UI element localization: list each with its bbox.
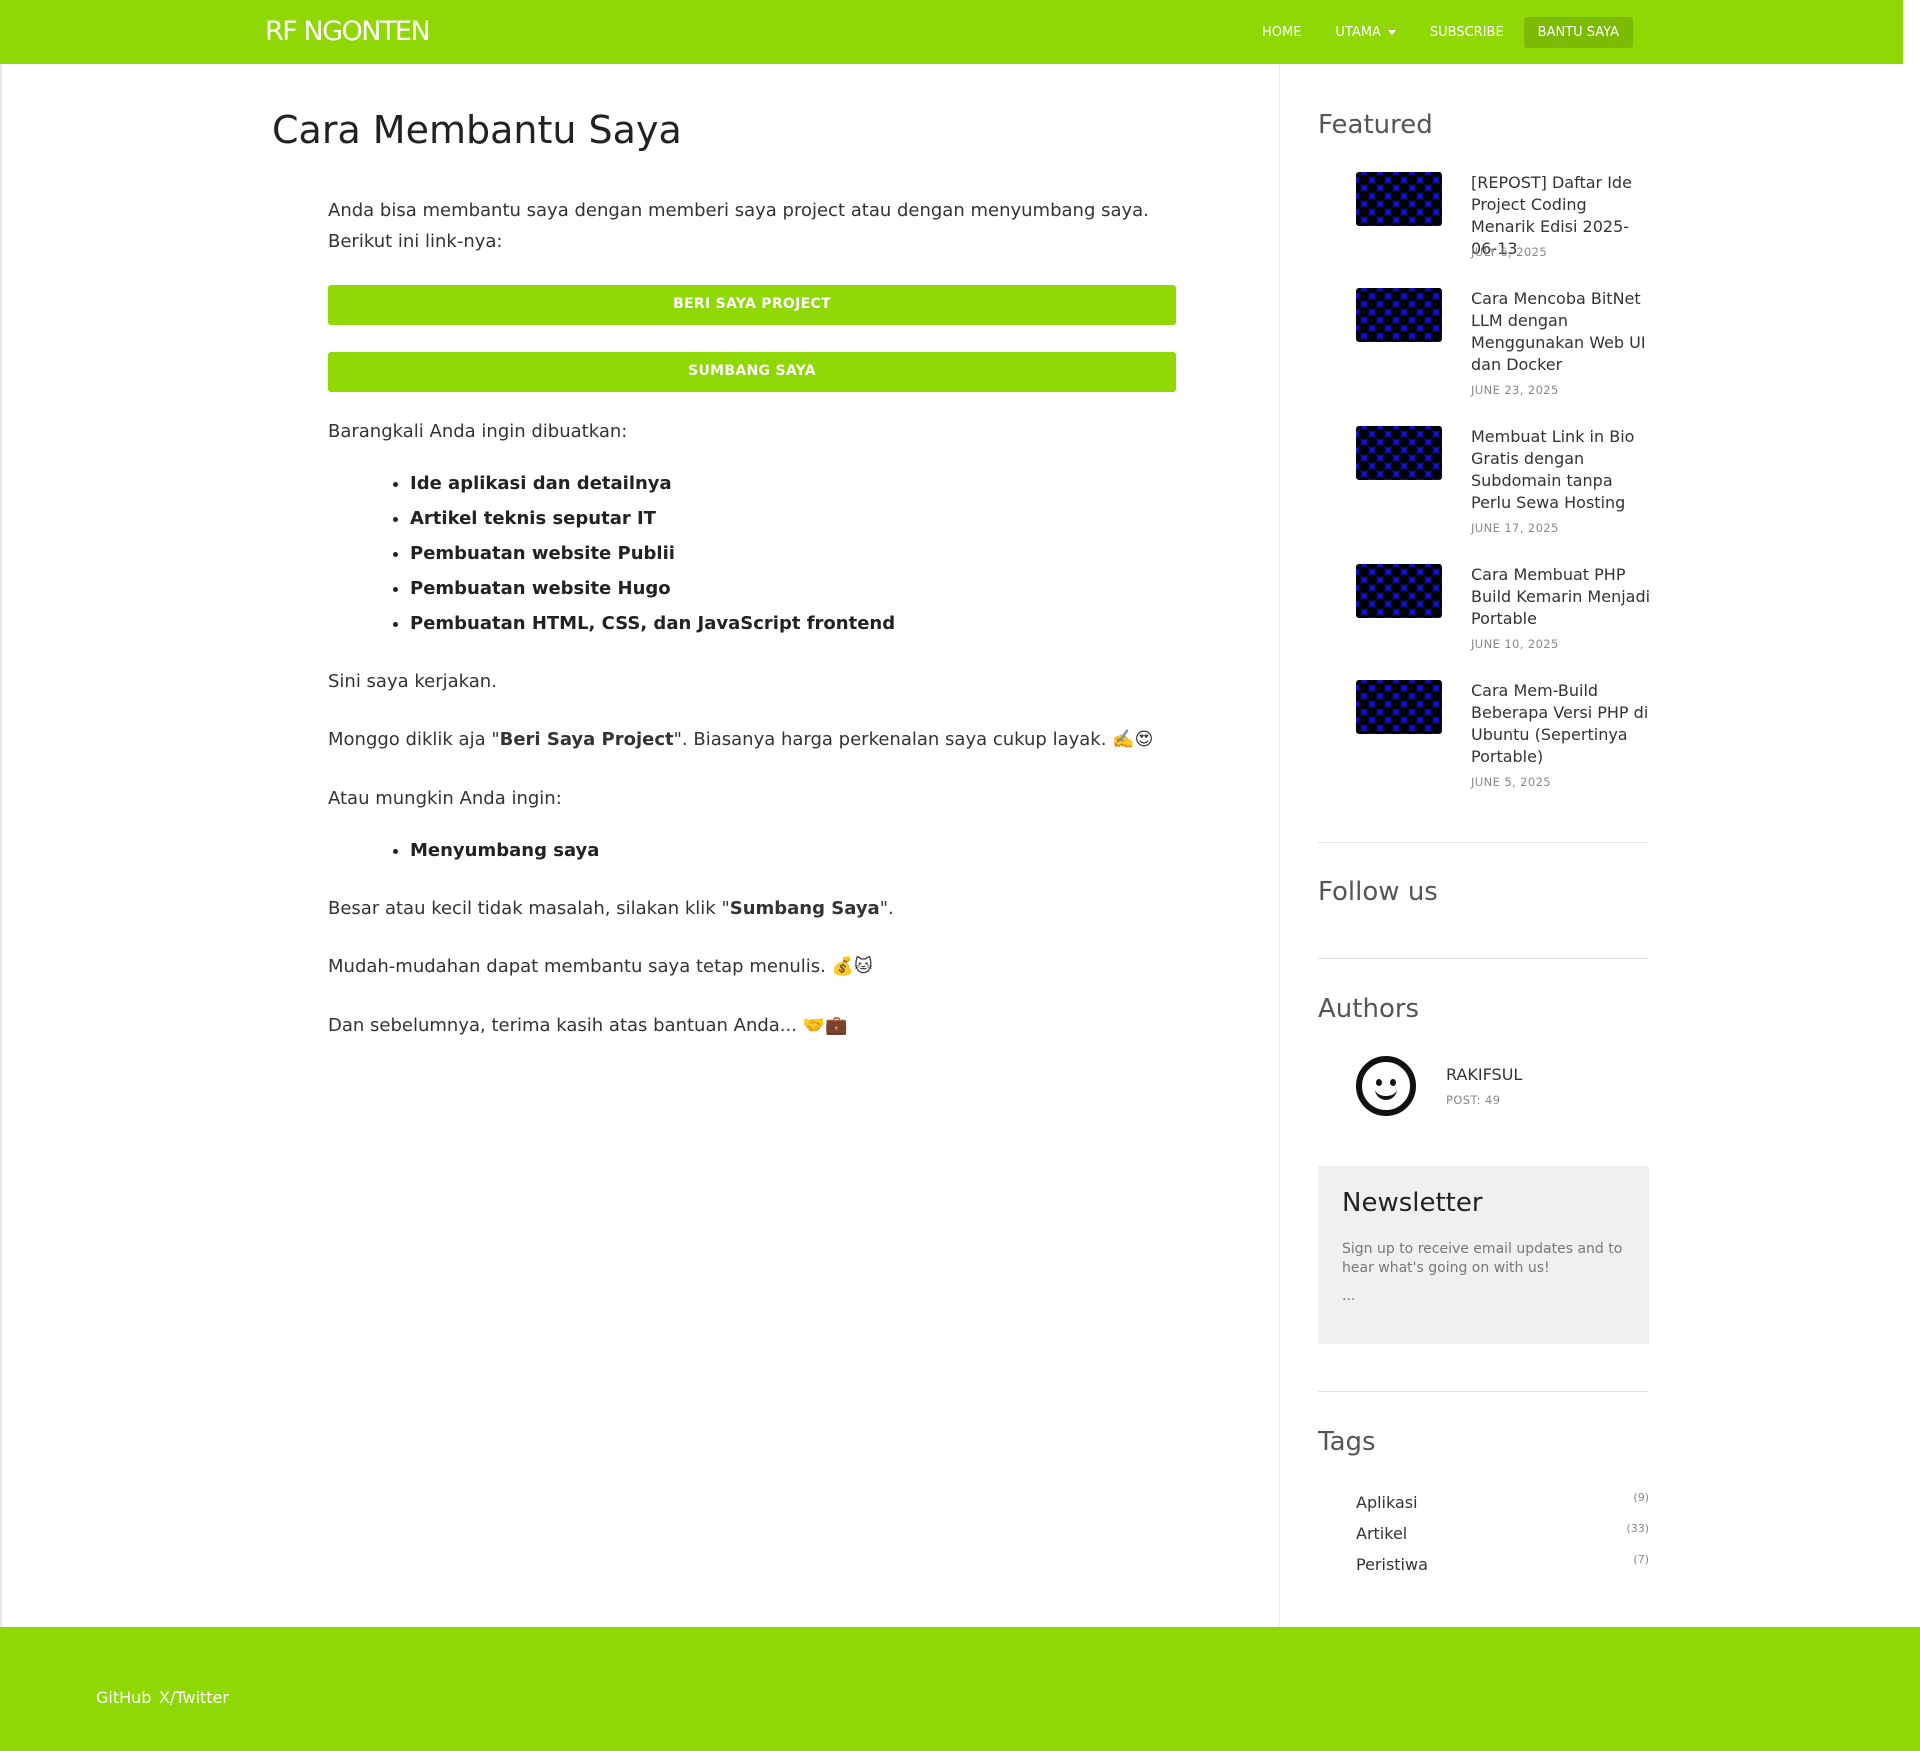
sidebar-separator [1318, 958, 1649, 959]
tag-item[interactable]: Artikel (33) [1356, 1522, 1649, 1555]
featured-list: [REPOST] Daftar Ide Project Coding Menar… [1318, 172, 1651, 792]
newsletter-heading: Newsletter [1342, 1188, 1483, 1218]
nav-bantu-saya[interactable]: BANTU SAYA [1523, 17, 1633, 48]
do-it-paragraph: Sini saya kerjakan. [328, 670, 497, 692]
sidebar-divider [1279, 64, 1280, 1627]
thanks-paragraph: Dan sebelumnya, terima kasih atas bantua… [328, 1014, 848, 1036]
footer-github-link[interactable]: GitHub [96, 1688, 151, 1707]
maybe-paragraph: Barangkali Anda ingin dibuatkan: [328, 421, 628, 443]
newsletter-form-placeholder: ... [1342, 1288, 1356, 1304]
list-item: Pembuatan website Publii [410, 536, 1176, 571]
amount-paragraph: Besar atau kecil tidak masalah, silakan … [328, 894, 1176, 925]
post-thumbnail[interactable] [1356, 680, 1442, 734]
featured-title[interactable]: Membuat Link in Bio Gratis dengan Subdom… [1471, 426, 1651, 514]
post-thumbnail[interactable] [1356, 564, 1442, 618]
featured-date: JUNE 17, 2025 [1471, 521, 1559, 535]
tag-name[interactable]: Aplikasi [1356, 1493, 1418, 1512]
list-item: Ide aplikasi dan detailnya [410, 466, 1176, 501]
newsletter-description: Sign up to receive email updates and to … [1342, 1241, 1623, 1276]
main-nav: HOME UTAMA SUBSCRIBE BANTU SAYA [1248, 17, 1633, 48]
site-footer: GitHub X/Twitter [0, 1627, 1920, 1751]
site-logo[interactable]: RF NGONTEN [265, 16, 431, 47]
featured-date: JULY 6, 2025 [1471, 245, 1548, 259]
featured-title[interactable]: Cara Mencoba BitNet LLM dengan Menggunak… [1471, 288, 1651, 376]
featured-title[interactable]: Cara Mem-Build Beberapa Versi PHP di Ubu… [1471, 680, 1651, 768]
sumbang-saya-button[interactable]: SUMBANG SAYA [328, 352, 1176, 393]
services-list: Ide aplikasi dan detailnya Artikel tekni… [328, 466, 1176, 641]
nav-home[interactable]: HOME [1248, 17, 1315, 48]
nav-utama[interactable]: UTAMA [1321, 17, 1409, 48]
page-title: Cara Membantu Saya [272, 108, 682, 152]
article-content: Anda bisa membantu saya dengan memberi s… [328, 196, 1176, 1041]
authors-section: Authors [1318, 994, 1649, 1024]
amount-text-pre: Besar atau kecil tidak masalah, silakan … [328, 897, 730, 919]
nav-subscribe[interactable]: SUBSCRIBE [1416, 17, 1518, 48]
featured-section: Featured [1318, 110, 1649, 140]
intro-paragraph: Anda bisa membantu saya dengan memberi s… [328, 200, 1149, 252]
featured-heading: Featured [1318, 110, 1433, 140]
tags-heading: Tags [1318, 1427, 1376, 1457]
featured-title[interactable]: Cara Membuat PHP Build Kemarin Menjadi P… [1471, 564, 1651, 630]
caret-down-icon [1387, 30, 1396, 35]
footer-twitter-link[interactable]: X/Twitter [159, 1688, 229, 1707]
click-text-pre: Monggo diklik aja " [328, 729, 500, 751]
click-paragraph: Monggo diklik aja "Beri Saya Project". B… [328, 725, 1176, 756]
or-paragraph: Atau mungkin Anda ingin: [328, 787, 562, 809]
amount-text-bold: Sumbang Saya [729, 897, 880, 919]
click-text-bold: Beri Saya Project [499, 729, 674, 751]
tag-name[interactable]: Artikel [1356, 1524, 1407, 1543]
author-name[interactable]: RAKIFSUL [1446, 1065, 1522, 1084]
follow-heading: Follow us [1318, 877, 1438, 907]
hope-paragraph: Mudah-mudahan dapat membantu saya tetap … [328, 956, 873, 978]
site-header: RF NGONTEN HOME UTAMA SUBSCRIBE BANTU SA… [0, 0, 1903, 64]
tag-count: (33) [1626, 1522, 1649, 1535]
donate-list: Menyumbang saya [328, 833, 1176, 868]
click-text-post: ". Biasanya harga perkenalan saya cukup … [673, 729, 1154, 751]
page-left-border [0, 64, 2, 1627]
list-item: Pembuatan website Hugo [410, 571, 1176, 606]
tag-name[interactable]: Peristiwa [1356, 1555, 1428, 1574]
avatar[interactable] [1356, 1056, 1416, 1116]
list-item: Menyumbang saya [410, 833, 1176, 868]
post-thumbnail[interactable] [1356, 172, 1442, 226]
tag-count: (9) [1633, 1491, 1649, 1504]
authors-heading: Authors [1318, 994, 1420, 1024]
tag-count: (7) [1633, 1553, 1649, 1566]
featured-date: JUNE 10, 2025 [1471, 637, 1559, 651]
author-entry[interactable]: RAKIFSUL POST: 49 [1318, 1056, 1649, 1120]
nav-utama-label: UTAMA [1335, 25, 1381, 40]
tags-list: Aplikasi (9) Artikel (33) Peristiwa (7) [1318, 1491, 1649, 1593]
amount-text-post: ". [879, 897, 894, 919]
post-thumbnail[interactable] [1356, 426, 1442, 480]
newsletter-box: Newsletter Sign up to receive email upda… [1318, 1166, 1649, 1344]
featured-date: JUNE 23, 2025 [1471, 383, 1559, 397]
tags-section: Tags [1318, 1427, 1649, 1457]
sidebar-separator [1318, 1391, 1649, 1392]
sidebar-separator [1318, 842, 1649, 843]
author-post-count: POST: 49 [1446, 1093, 1501, 1107]
list-item: Pembuatan HTML, CSS, dan JavaScript fron… [410, 606, 1176, 641]
tag-item[interactable]: Peristiwa (7) [1356, 1553, 1649, 1586]
featured-date: JUNE 5, 2025 [1471, 775, 1552, 789]
beri-saya-project-button[interactable]: BERI SAYA PROJECT [328, 285, 1176, 326]
tag-item[interactable]: Aplikasi (9) [1356, 1491, 1649, 1524]
avatar-mouth [1375, 1084, 1397, 1100]
follow-section: Follow us [1318, 877, 1649, 907]
list-item: Artikel teknis seputar IT [410, 501, 1176, 536]
post-thumbnail[interactable] [1356, 288, 1442, 342]
